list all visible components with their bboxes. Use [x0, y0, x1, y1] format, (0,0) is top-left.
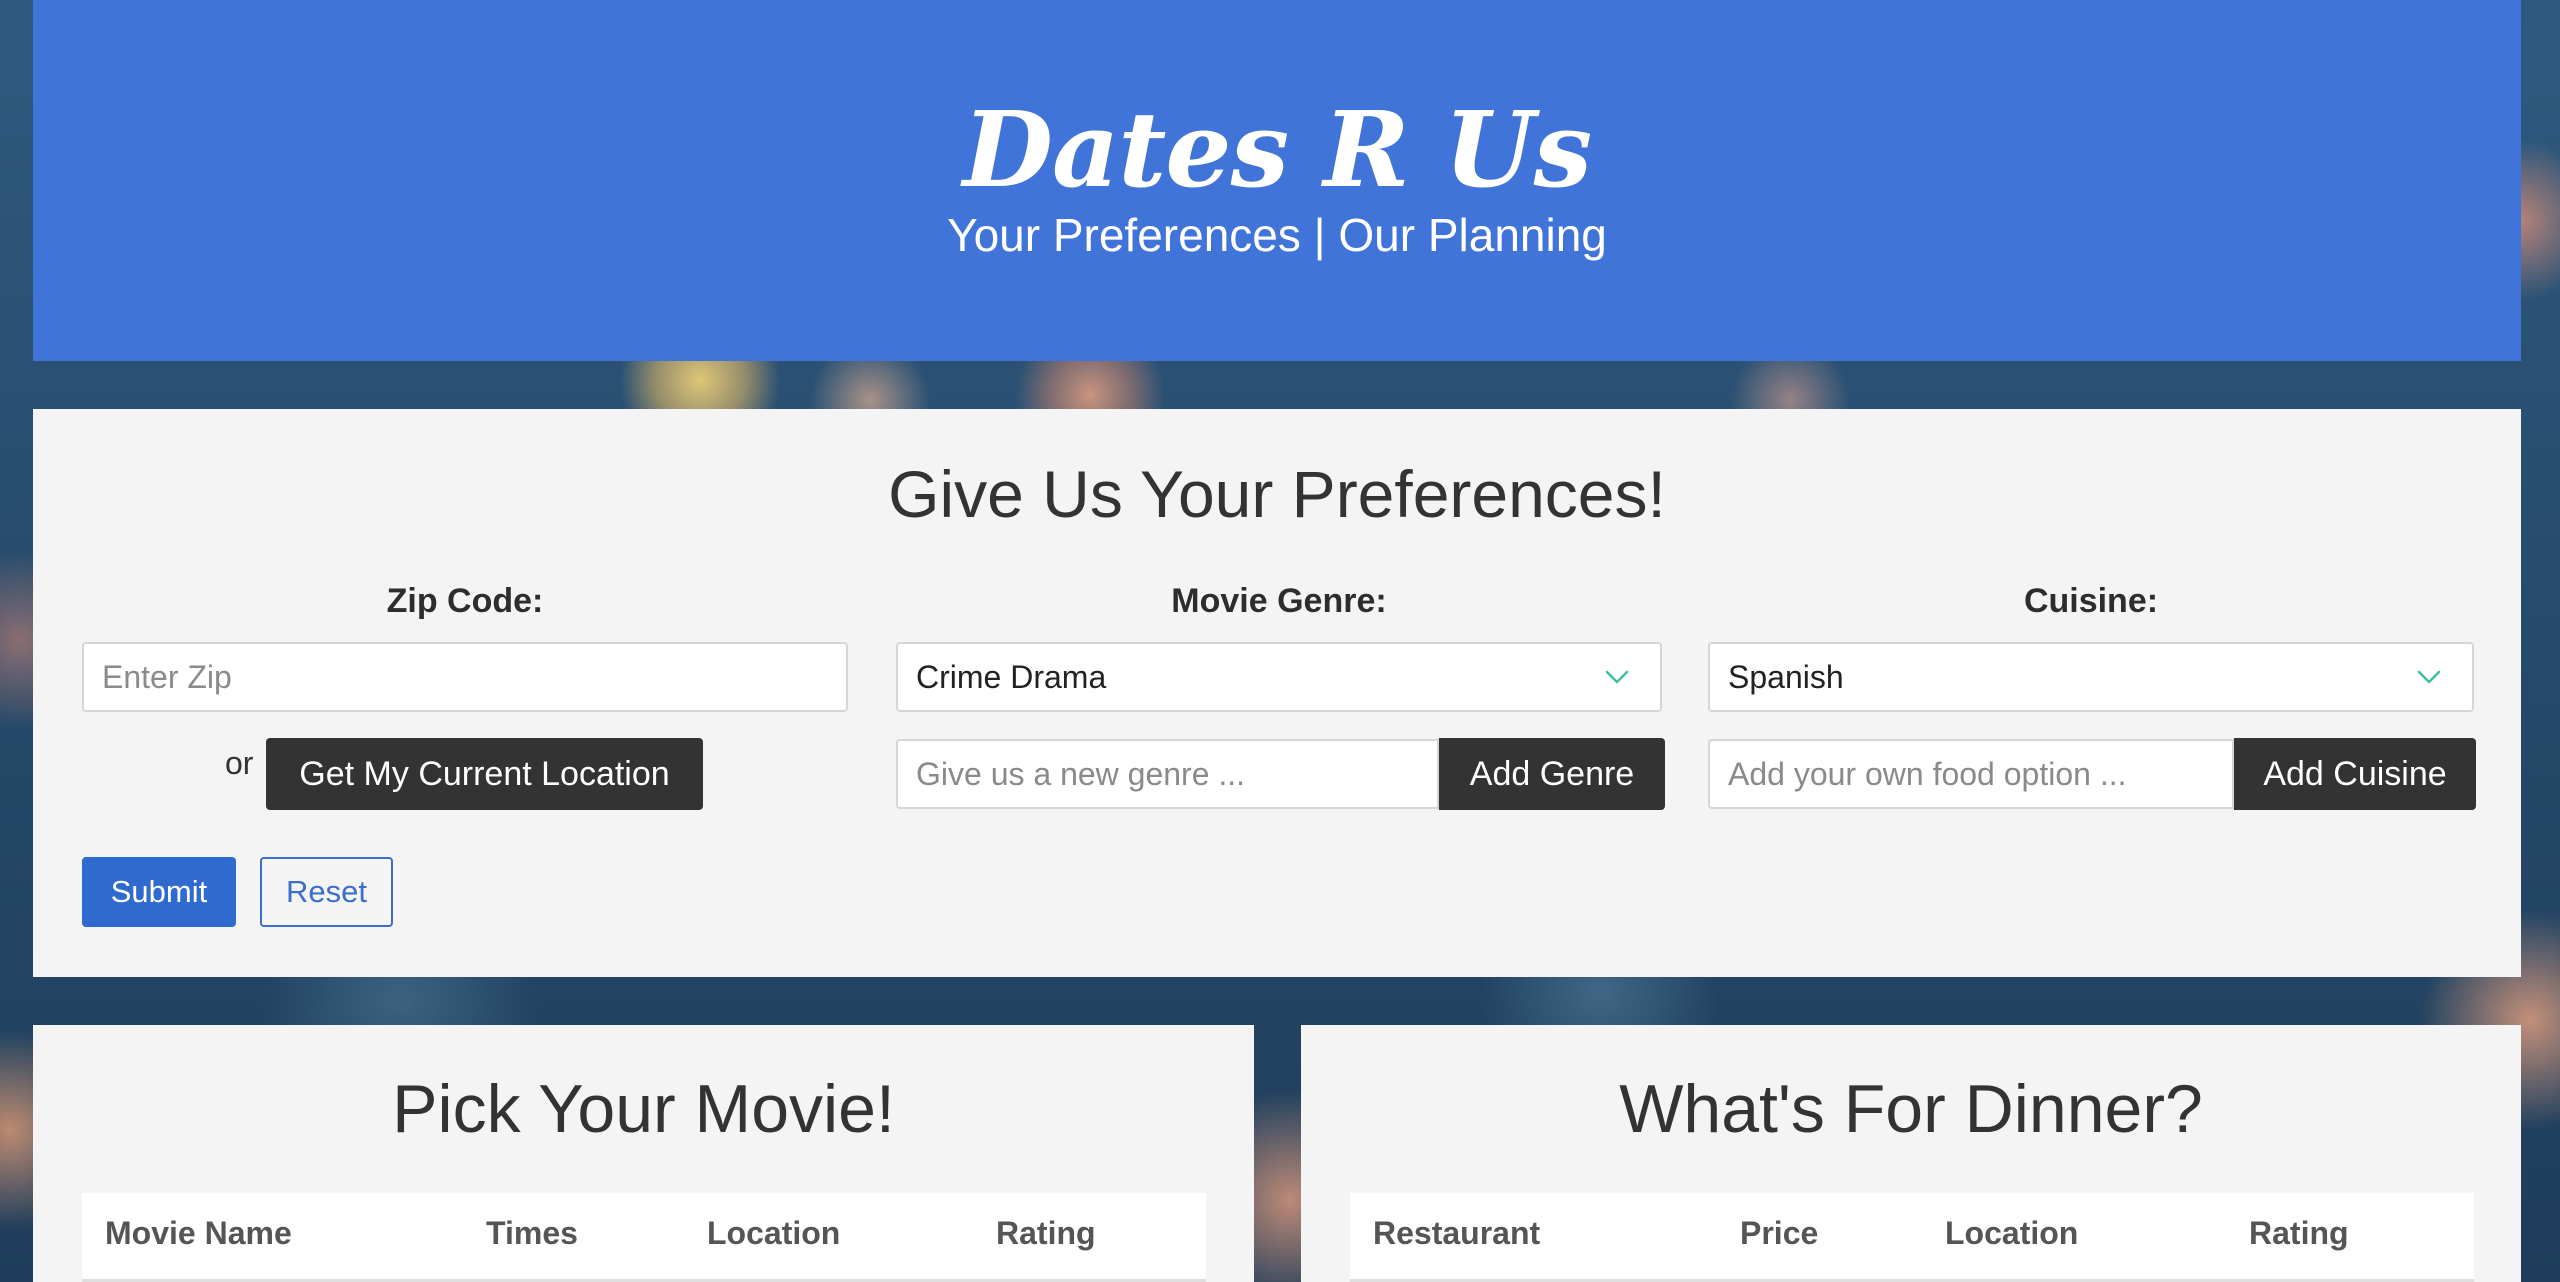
site-subtitle: Your Preferences | Our Planning [947, 209, 1607, 261]
column-header-movie-name[interactable]: Movie Name [105, 1193, 292, 1273]
movie-table-header: Movie Name Times Location Rating [82, 1193, 1206, 1282]
preferences-heading: Give Us Your Preferences! [888, 457, 1666, 531]
movie-heading: Pick Your Movie! [392, 1071, 895, 1147]
column-header-location[interactable]: Location [1945, 1193, 2078, 1273]
cuisine-select[interactable]: Spanish [1708, 642, 2474, 712]
column-header-times[interactable]: Times [486, 1193, 578, 1273]
reset-button[interactable]: Reset [260, 857, 393, 927]
dinner-heading: What's For Dinner? [1619, 1071, 2203, 1147]
new-cuisine-input[interactable] [1708, 739, 2234, 809]
chevron-down-icon [1605, 670, 1629, 684]
genre-label: Movie Genre: [1171, 582, 1387, 620]
new-genre-input[interactable] [896, 739, 1439, 809]
column-header-rating[interactable]: Rating [996, 1193, 1096, 1273]
add-genre-button[interactable]: Add Genre [1439, 738, 1665, 810]
chevron-down-icon [2417, 670, 2441, 684]
submit-button[interactable]: Submit [82, 857, 236, 927]
column-header-rating[interactable]: Rating [2249, 1193, 2349, 1273]
movie-panel: Pick Your Movie! Movie Name Times Locati… [33, 1025, 1254, 1282]
cuisine-selected-value: Spanish [1728, 659, 1844, 695]
header-banner: Dates R Us Your Preferences | Our Planni… [33, 0, 2521, 361]
column-header-price[interactable]: Price [1740, 1193, 1818, 1273]
column-header-restaurant[interactable]: Restaurant [1373, 1193, 1540, 1273]
add-cuisine-button[interactable]: Add Cuisine [2234, 738, 2476, 810]
genre-selected-value: Crime Drama [916, 659, 1107, 695]
dinner-table-header: Restaurant Price Location Rating [1350, 1193, 2474, 1282]
genre-select[interactable]: Crime Drama [896, 642, 1662, 712]
dinner-panel: What's For Dinner? Restaurant Price Loca… [1301, 1025, 2521, 1282]
site-title: Dates R Us [962, 88, 1592, 211]
zip-label: Zip Code: [386, 582, 544, 620]
get-location-button[interactable]: Get My Current Location [266, 738, 703, 810]
zip-input[interactable] [82, 642, 848, 712]
column-header-location[interactable]: Location [707, 1193, 840, 1273]
preferences-panel: Give Us Your Preferences! Zip Code: or G… [33, 409, 2521, 977]
or-text: or [225, 745, 254, 781]
cuisine-label: Cuisine: [2023, 582, 2159, 620]
